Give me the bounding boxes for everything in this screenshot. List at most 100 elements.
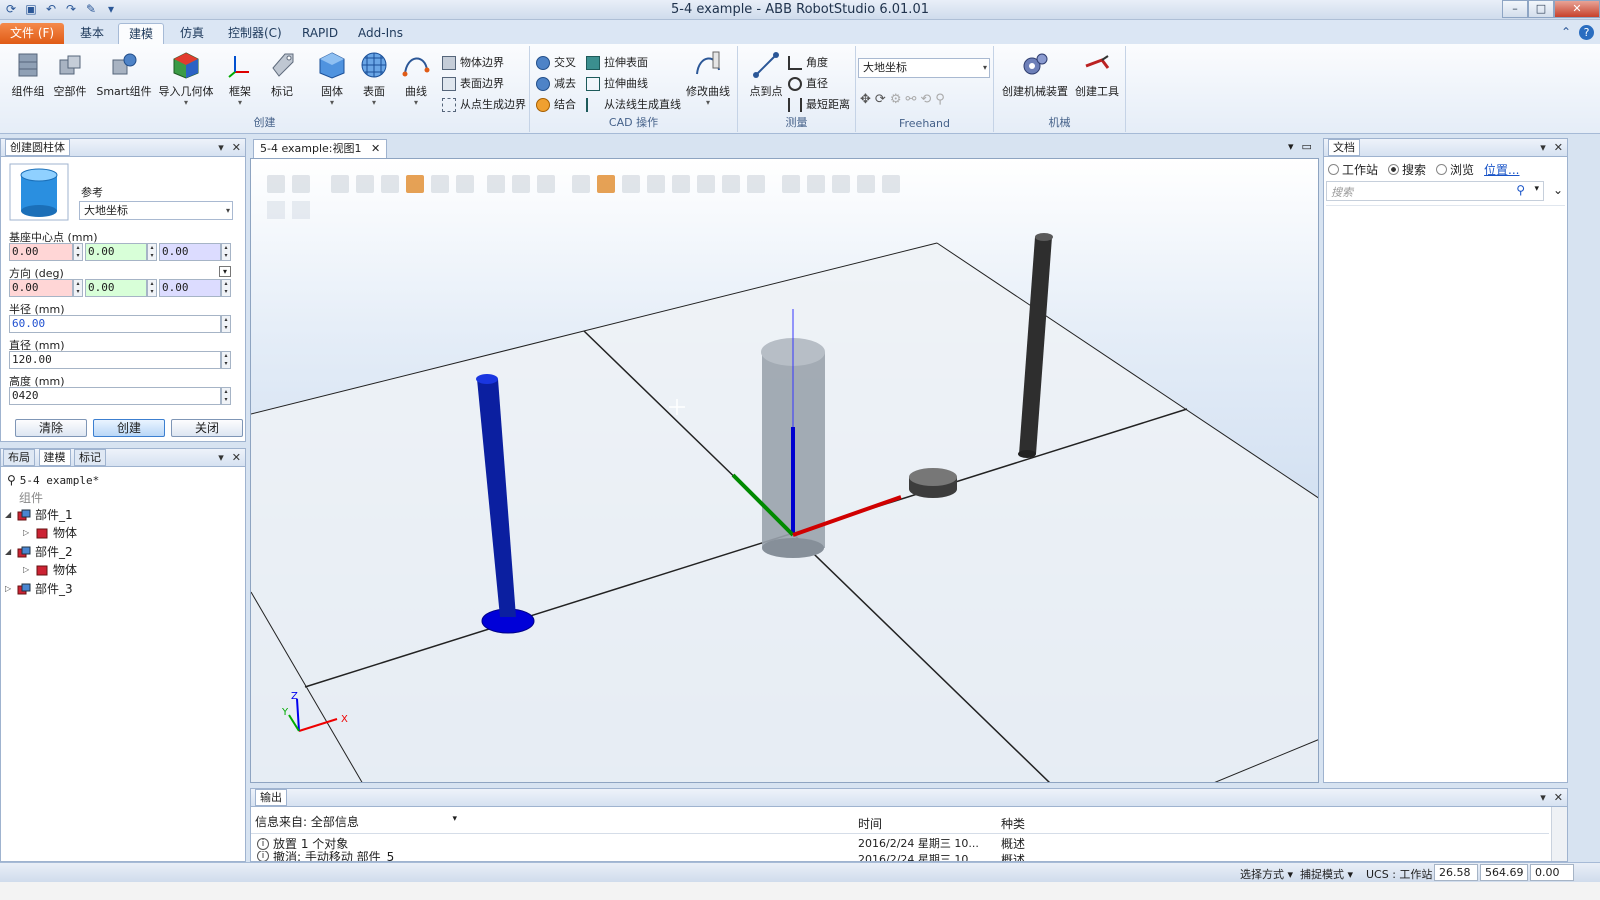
extrude-surface-button[interactable]: 拉伸表面	[586, 54, 648, 72]
tree-item-part1[interactable]: ◢ 部件_1	[5, 506, 73, 523]
orientation-expand-icon[interactable]: ▾	[219, 266, 231, 277]
panel-menu-icon[interactable]: ▾	[1540, 139, 1546, 156]
documents-search-input[interactable]: 搜索 ⚲ ▾	[1326, 181, 1544, 201]
close-button[interactable]: 关闭	[171, 419, 243, 437]
expand-icon[interactable]: ◢	[5, 547, 13, 556]
diameter-spinner[interactable]: ▴ ▾	[221, 351, 231, 369]
tree-item-part2[interactable]: ◢ 部件_2	[5, 543, 73, 560]
orientation-x-input[interactable]: 0.00	[9, 279, 73, 297]
tab-file[interactable]: 文件 (F)	[0, 23, 65, 44]
tab-addins[interactable]: Add-Ins	[348, 23, 413, 44]
jog-reorient-icon[interactable]: ⟲	[920, 92, 931, 107]
jog-joint-icon[interactable]: ⚙	[890, 92, 902, 107]
radio-station[interactable]: 工作站	[1328, 161, 1378, 178]
tab-tags[interactable]: 标记	[74, 449, 106, 466]
tab-simulation[interactable]: 仿真	[170, 23, 214, 44]
line-from-normal-button[interactable]: 从法线生成直线	[586, 96, 681, 114]
height-input[interactable]: 0420	[9, 387, 221, 405]
search-dropdown-icon[interactable]: ▾	[1534, 184, 1539, 194]
collapse-icon[interactable]: ▷	[5, 584, 13, 593]
output-scrollbar[interactable]	[1551, 807, 1567, 861]
collapse-ribbon-icon[interactable]: ⌃	[1561, 25, 1571, 40]
panel-menu-icon[interactable]: ▾	[218, 139, 224, 156]
expand-icon[interactable]: ◢	[5, 510, 13, 519]
tab-modeling-tree[interactable]: 建模	[38, 449, 71, 466]
intersect-button[interactable]: 交叉	[536, 54, 576, 72]
orientation-z-input[interactable]: 0.00	[159, 279, 221, 297]
tree-item-body1[interactable]: ▷ 物体	[23, 524, 77, 541]
view-document-tab[interactable]: 5-4 example:视图1 ✕	[253, 139, 388, 158]
modify-curve-button[interactable]: 修改曲线 ▾	[684, 50, 732, 107]
create-tool-button[interactable]: 创建工具	[1072, 50, 1122, 99]
diameter-input[interactable]: 120.00	[9, 351, 221, 369]
help-icon[interactable]: ?	[1579, 25, 1594, 40]
import-geometry-button[interactable]: 导入几何体 ▾	[156, 50, 216, 107]
move-icon[interactable]: ✥	[860, 92, 871, 107]
search-icon[interactable]: ⚲	[1516, 183, 1525, 197]
create-button[interactable]: 创建	[93, 419, 165, 437]
frame-button[interactable]: 框架 ▾	[216, 50, 264, 107]
base-center-x-spinner[interactable]: ▴ ▾	[73, 243, 83, 261]
body-border-button[interactable]: 物体边界	[442, 54, 504, 72]
orientation-z-spinner[interactable]: ▴ ▾	[221, 279, 231, 297]
expand-options-icon[interactable]: ⌄	[1553, 183, 1563, 197]
border-from-points-button[interactable]: 从点生成边界	[442, 96, 526, 114]
tree-root[interactable]: ⚲ 5-4 example*	[7, 473, 99, 487]
tab-rapid[interactable]: RAPID	[292, 23, 348, 44]
panel-close-icon[interactable]: ✕	[1554, 789, 1563, 806]
solid-button[interactable]: 固体 ▾	[308, 50, 356, 107]
snap-mode-menu[interactable]: 捕捉模式 ▾	[1300, 866, 1353, 882]
point-to-point-button[interactable]: 点到点	[742, 50, 790, 99]
selection-mode-menu[interactable]: 选择方式 ▾	[1240, 866, 1293, 882]
view-maximize-icon[interactable]: ▭	[1302, 140, 1312, 153]
radio-search[interactable]: 搜索	[1388, 161, 1426, 178]
base-center-z-input[interactable]: 0.00	[159, 243, 221, 261]
collapse-icon[interactable]: ▷	[23, 528, 31, 537]
tree-item-part3[interactable]: ▷ 部件_3	[5, 580, 73, 597]
tab-controller[interactable]: 控制器(C)	[218, 23, 292, 44]
clear-button[interactable]: 清除	[15, 419, 87, 437]
location-link[interactable]: 位置...	[1484, 161, 1519, 178]
subtract-button[interactable]: 减去	[536, 75, 576, 93]
diameter-button[interactable]: 直径	[788, 75, 828, 93]
tag-button[interactable]: 标记	[258, 50, 306, 99]
reference-frame-select[interactable]: 大地坐标 ▾	[858, 58, 990, 78]
output-filter-select[interactable]: 信息来自: 全部信息 ▾	[255, 813, 461, 831]
union-button[interactable]: 结合	[536, 96, 576, 114]
radio-browse[interactable]: 浏览	[1436, 161, 1474, 178]
surface-border-button[interactable]: 表面边界	[442, 75, 504, 93]
reference-select[interactable]: 大地坐标 ▾	[79, 201, 233, 220]
panel-close-icon[interactable]: ✕	[232, 449, 241, 466]
panel-menu-icon[interactable]: ▾	[218, 449, 224, 466]
curve-button[interactable]: 曲线 ▾	[392, 50, 440, 107]
panel-close-icon[interactable]: ✕	[232, 139, 241, 156]
tab-layout[interactable]: 布局	[3, 449, 35, 466]
tab-home[interactable]: 基本	[70, 23, 114, 44]
orientation-y-input[interactable]: 0.00	[85, 279, 147, 297]
radius-spinner[interactable]: ▴ ▾	[221, 315, 231, 333]
base-center-z-spinner[interactable]: ▴ ▾	[221, 243, 231, 261]
tree-item-body2[interactable]: ▷ 物体	[23, 561, 77, 578]
jog-linear-icon[interactable]: ⚯	[905, 92, 916, 107]
height-spinner[interactable]: ▴ ▾	[221, 387, 231, 405]
output-row[interactable]: i 放置 1 个对象	[257, 835, 348, 852]
view-menu-icon[interactable]: ▾	[1288, 140, 1294, 153]
base-center-y-spinner[interactable]: ▴ ▾	[147, 243, 157, 261]
minimize-button[interactable]: –	[1502, 0, 1528, 18]
panel-menu-icon[interactable]: ▾	[1540, 789, 1546, 806]
rotate-icon[interactable]: ⟳	[875, 92, 886, 107]
close-tab-icon[interactable]: ✕	[371, 142, 380, 155]
output-row[interactable]: i 撤消: 手动移动 部件_5	[257, 851, 394, 861]
radius-input[interactable]: 60.00	[9, 315, 221, 333]
3d-viewport[interactable]: X Z Y	[250, 158, 1319, 783]
collapse-icon[interactable]: ▷	[23, 565, 31, 574]
angle-button[interactable]: 角度	[788, 54, 828, 72]
tab-modeling[interactable]: 建模	[118, 23, 165, 44]
min-distance-button[interactable]: 最短距离	[788, 96, 850, 114]
create-mechanism-button[interactable]: 创建机械装置	[998, 50, 1072, 99]
orientation-x-spinner[interactable]: ▴ ▾	[73, 279, 83, 297]
base-center-x-input[interactable]: 0.00	[9, 243, 73, 261]
maximize-button[interactable]: □	[1528, 0, 1554, 18]
close-window-button[interactable]: ✕	[1554, 0, 1600, 18]
orientation-y-spinner[interactable]: ▴ ▾	[147, 279, 157, 297]
